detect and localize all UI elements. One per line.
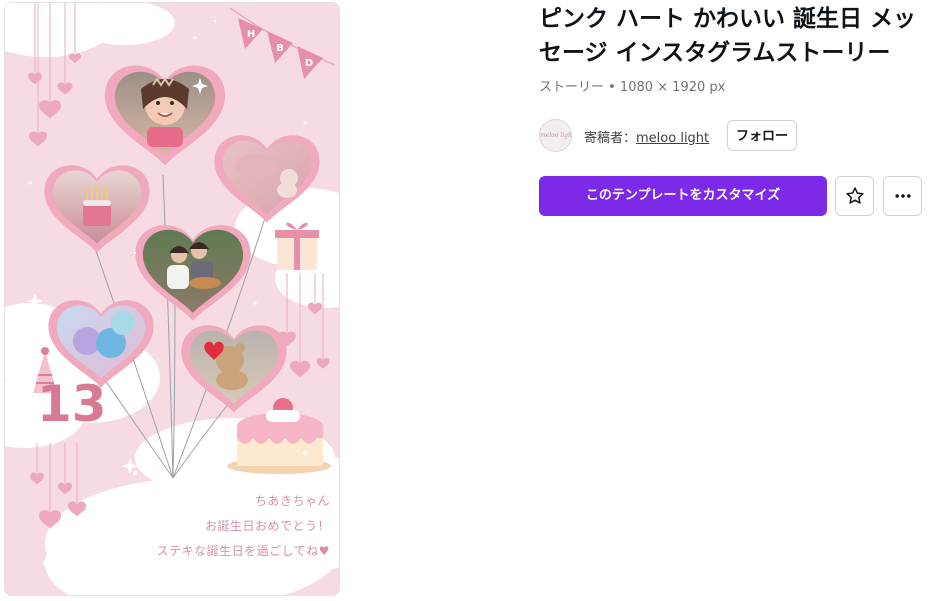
star-icon — [845, 187, 864, 204]
bunting-letter-b: B — [276, 43, 284, 54]
template-title: ピンク ハート かわいい 誕生日 メッセージ インスタグラムストーリー — [539, 6, 917, 66]
more-dots-icon — [894, 194, 911, 198]
message-line-name: ちあきちゃん — [254, 494, 330, 508]
bunting-letter-h: H — [247, 29, 255, 40]
customize-template-button[interactable]: このテンプレートをカスタマイズ — [539, 176, 827, 216]
bunting-letter-d: D — [305, 58, 313, 69]
message-line-congrats: お誕生日おめでとう！ — [204, 519, 330, 533]
author-avatar-text: meloo light — [540, 132, 572, 139]
message-line-wishes: ステキな誕生日を過ごしてね♥ — [156, 544, 330, 558]
more-options-button[interactable] — [883, 176, 922, 216]
follow-button[interactable]: フォロー — [727, 120, 798, 151]
favorite-button[interactable] — [835, 176, 874, 216]
author-link[interactable]: meloo light — [636, 131, 709, 146]
author-credit: 寄稿者：meloo light — [584, 127, 709, 146]
template-meta: ストーリー • 1080 × 1920 px — [539, 80, 726, 95]
author-avatar[interactable]: meloo light — [539, 119, 572, 152]
age-number-text: 13 — [37, 375, 107, 433]
template-preview[interactable]: H B D 13 ちあきちゃん お誕生日おめでとう！ ステキな誕生日を過ごしてね… — [5, 3, 339, 595]
author-prefix: 寄稿者： — [584, 131, 637, 146]
author-row: meloo light 寄稿者：meloo light フォロー — [539, 119, 919, 153]
